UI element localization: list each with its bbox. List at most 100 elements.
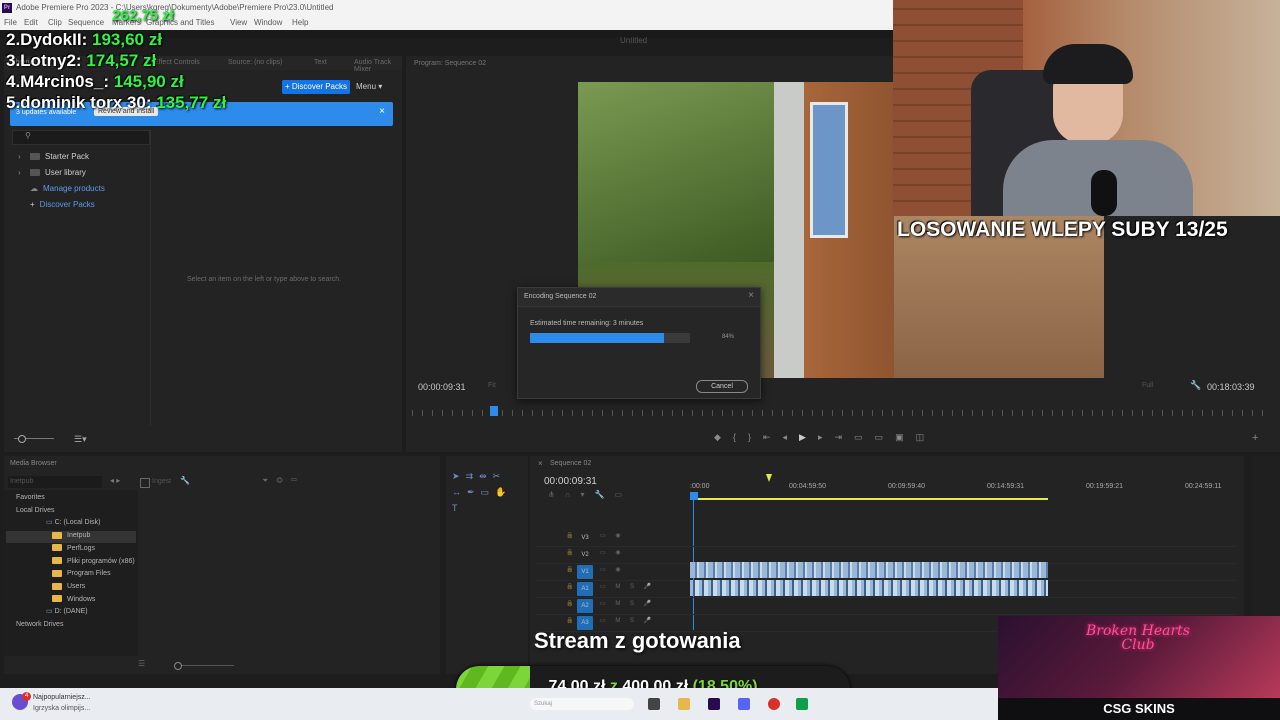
track-label[interactable]: V1 bbox=[577, 565, 593, 579]
tree-manage-products[interactable]: ☁ Manage products bbox=[30, 182, 105, 196]
app-icon[interactable] bbox=[796, 698, 808, 710]
mark-in-icon[interactable]: { bbox=[733, 432, 748, 442]
track-lock-icon[interactable]: 🔒 bbox=[566, 600, 573, 607]
tab-audio-mixer[interactable]: Audio Track Mixer bbox=[354, 59, 402, 73]
camera-icon[interactable]: ▣ bbox=[895, 432, 916, 442]
track-visibility-icon[interactable]: ▭ ◉ bbox=[600, 566, 625, 573]
menu-help[interactable]: Help bbox=[292, 16, 308, 30]
media-browser-item[interactable]: Program Files bbox=[52, 568, 111, 580]
tab-effect-controls[interactable]: Effect Controls bbox=[154, 59, 200, 66]
menu-sequence[interactable]: Sequence bbox=[68, 16, 104, 30]
slider-handle[interactable] bbox=[18, 435, 26, 443]
media-browser-item[interactable]: Pliki programów (x86) bbox=[52, 556, 135, 568]
v1-video-clips[interactable] bbox=[690, 562, 1048, 578]
tree-starter-pack[interactable]: › Starter Pack bbox=[18, 150, 89, 164]
zoom-handle[interactable] bbox=[174, 662, 182, 670]
go-to-out-icon[interactable]: ⇥ bbox=[834, 432, 854, 442]
type-tool-icon[interactable]: T bbox=[452, 503, 464, 513]
media-browser-item[interactable]: Favorites bbox=[16, 492, 45, 504]
extract-icon[interactable]: ▭ bbox=[875, 432, 896, 442]
ingest-checkbox[interactable] bbox=[140, 478, 150, 488]
timeline-timecode[interactable]: 00:00:09:31 bbox=[544, 476, 597, 487]
track-lock-icon[interactable]: 🔒 bbox=[566, 566, 573, 573]
track-label[interactable]: V2 bbox=[577, 548, 593, 562]
hand-tool-icon[interactable]: ✋ bbox=[495, 487, 512, 497]
media-browser-item[interactable]: Users bbox=[52, 581, 85, 593]
timeline-playhead-handle[interactable] bbox=[690, 492, 698, 500]
filter-view-icons[interactable]: ⏷◎▭ bbox=[262, 476, 305, 486]
media-browser-item[interactable]: Windows bbox=[52, 594, 95, 606]
selection-tool-icon[interactable]: ➤ bbox=[452, 471, 466, 481]
track-visibility-icon[interactable]: ▭ ◉ bbox=[600, 549, 625, 556]
tree-discover-packs[interactable]: + Discover Packs bbox=[30, 198, 95, 212]
thumbnail-size-slider[interactable] bbox=[14, 434, 64, 444]
wrench-icon[interactable]: 🔧 bbox=[180, 476, 190, 485]
list-view-icon[interactable]: ☰▾ bbox=[74, 434, 87, 445]
timeline-ruler[interactable]: :00:00 00:04:59:50 00:09:59:40 00:14:59:31 0… bbox=[690, 483, 1230, 495]
media-browser-item[interactable]: ▭ D: (DANE) bbox=[46, 606, 88, 618]
premiere-taskbar-icon[interactable] bbox=[708, 698, 720, 710]
libraries-menu-button[interactable]: Menu ▾ bbox=[356, 80, 392, 94]
track-label[interactable]: A2 bbox=[577, 599, 593, 613]
linked-selection-icon[interactable]: ∩ bbox=[565, 490, 581, 499]
track-lock-icon[interactable]: 🔒 bbox=[566, 532, 573, 539]
track-label[interactable]: A1 bbox=[577, 582, 593, 596]
menu-file[interactable]: File bbox=[4, 16, 17, 30]
close-tab-icon[interactable]: × bbox=[538, 459, 543, 468]
timeline-tab[interactable]: Sequence 02 bbox=[550, 460, 591, 467]
track-lock-icon[interactable]: 🔒 bbox=[566, 549, 573, 556]
track-select-icon[interactable]: ⇉ bbox=[466, 471, 480, 481]
track-mute-solo-icon[interactable]: ▭ M S 🎤 bbox=[600, 617, 655, 624]
snap-icon[interactable]: ⋔ bbox=[548, 490, 565, 499]
program-ruler[interactable] bbox=[412, 410, 1272, 416]
opera-icon[interactable] bbox=[768, 698, 780, 710]
program-playhead[interactable] bbox=[490, 406, 498, 416]
close-icon[interactable]: × bbox=[748, 290, 754, 301]
wrench-icon[interactable]: 🔧 bbox=[1190, 380, 1201, 391]
track-visibility-icon[interactable]: ▭ ◉ bbox=[600, 532, 625, 539]
program-monitor-tab[interactable]: Program: Sequence 02 bbox=[414, 60, 486, 67]
discord-icon[interactable] bbox=[738, 698, 750, 710]
comparison-icon[interactable]: ◫ bbox=[916, 432, 937, 442]
step-back-icon[interactable]: ◂ bbox=[783, 432, 800, 442]
track-lock-icon[interactable]: 🔒 bbox=[566, 583, 573, 590]
track-label[interactable]: V3 bbox=[577, 531, 593, 545]
ripple-edit-icon[interactable]: ⇹ bbox=[479, 471, 493, 481]
a1-audio-clips[interactable] bbox=[690, 580, 1048, 596]
media-browser-zoom[interactable]: ☰ bbox=[138, 659, 238, 670]
media-browser-item[interactable]: PerfLogs bbox=[52, 543, 95, 555]
play-icon[interactable]: ▶ bbox=[799, 432, 818, 442]
close-banner-icon[interactable]: × bbox=[379, 106, 385, 117]
resolution-dropdown[interactable]: Full bbox=[1142, 382, 1153, 389]
media-browser-item[interactable]: Inetpub bbox=[52, 530, 90, 542]
media-browser-search[interactable]: Inetpub bbox=[8, 476, 102, 488]
taskbar-search[interactable]: Szukaj bbox=[530, 698, 634, 710]
libraries-search-input[interactable]: ⚲ bbox=[12, 130, 150, 145]
lift-icon[interactable]: ▭ bbox=[854, 432, 875, 442]
menu-view[interactable]: View bbox=[230, 16, 247, 30]
tab-text[interactable]: Text bbox=[314, 59, 327, 66]
step-forward-icon[interactable]: ▸ bbox=[818, 432, 835, 442]
add-button-icon[interactable]: + bbox=[1252, 432, 1258, 444]
task-view-icon[interactable] bbox=[648, 698, 660, 710]
add-marker-icon[interactable]: ◆ bbox=[714, 432, 733, 442]
slip-tool-icon[interactable]: ↔ bbox=[452, 487, 467, 497]
tab-source[interactable]: Source: (no clips) bbox=[228, 59, 282, 66]
work-area-bar[interactable] bbox=[690, 498, 1048, 500]
nav-back-forward-icon[interactable]: ◂ ▸ bbox=[110, 476, 120, 485]
marker-icon[interactable]: ▾ bbox=[580, 490, 594, 499]
menu-window[interactable]: Window bbox=[254, 16, 282, 30]
mark-out-icon[interactable]: } bbox=[748, 432, 763, 442]
fit-dropdown[interactable]: Fit bbox=[488, 382, 496, 389]
media-browser-item[interactable]: Network Drives bbox=[16, 619, 63, 631]
media-browser-item[interactable]: ▭ C: (Local Disk) bbox=[46, 517, 100, 529]
wrench-icon[interactable]: 🔧 bbox=[594, 490, 614, 499]
razor-tool-icon[interactable]: ✂ bbox=[493, 471, 507, 481]
menu-edit[interactable]: Edit bbox=[24, 16, 38, 30]
discover-packs-button[interactable]: + Discover Packs bbox=[282, 80, 350, 94]
captions-icon[interactable]: ▭ bbox=[614, 490, 632, 499]
cancel-button[interactable]: Cancel bbox=[696, 380, 748, 393]
rectangle-tool-icon[interactable]: ▭ bbox=[481, 487, 496, 497]
track-lock-icon[interactable]: 🔒 bbox=[566, 617, 573, 624]
track-mute-solo-icon[interactable]: ▭ M S 🎤 bbox=[600, 600, 655, 607]
